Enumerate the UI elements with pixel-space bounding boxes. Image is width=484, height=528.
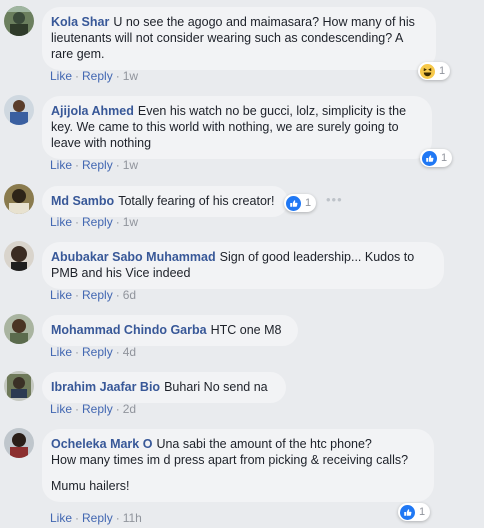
comment-actions: Like · Reply · 1w bbox=[50, 215, 139, 229]
avatar[interactable] bbox=[4, 95, 34, 125]
comment-text: How many times im d press apart from pic… bbox=[51, 453, 409, 467]
comment-bubble: Ibrahim Jaafar Bio Buhari No send na bbox=[42, 372, 286, 403]
comment-text: Buhari No send na bbox=[164, 380, 268, 394]
reaction-number: 1 bbox=[441, 152, 448, 164]
comment-author[interactable]: Abubakar Sabo Muhammad bbox=[51, 250, 216, 264]
like-icon bbox=[422, 150, 437, 166]
comment-bubble: Md Sambo Totally fearing of his creator! bbox=[42, 186, 288, 217]
reaction-count[interactable]: 1 bbox=[398, 503, 431, 521]
avatar[interactable] bbox=[4, 314, 34, 344]
like-link[interactable]: Like bbox=[50, 69, 72, 83]
reply-link[interactable]: Reply bbox=[82, 402, 113, 416]
like-icon bbox=[400, 504, 415, 520]
comment-author[interactable]: Kola Shar bbox=[51, 15, 109, 29]
avatar[interactable] bbox=[4, 428, 34, 458]
reply-link[interactable]: Reply bbox=[82, 215, 113, 229]
like-link[interactable]: Like bbox=[50, 158, 72, 172]
comment-bubble: Ajijola Ahmed Even his watch no be gucci,… bbox=[42, 96, 432, 159]
comment-author[interactable]: Mohammad Chindo Garba bbox=[51, 323, 207, 337]
reaction-count[interactable]: 1 bbox=[418, 62, 451, 80]
reply-link[interactable]: Reply bbox=[82, 345, 113, 359]
like-link[interactable]: Like bbox=[50, 402, 72, 416]
avatar[interactable] bbox=[4, 241, 34, 271]
reaction-count[interactable]: 1 bbox=[420, 149, 453, 167]
reply-link[interactable]: Reply bbox=[82, 511, 113, 525]
timestamp[interactable]: 1w bbox=[123, 158, 138, 172]
comment-actions: Like · Reply · 4d bbox=[50, 345, 137, 359]
comment-text: Mumu hailers! bbox=[51, 479, 130, 493]
avatar[interactable] bbox=[4, 6, 34, 36]
like-link[interactable]: Like bbox=[50, 511, 72, 525]
comment-bubble: Ocheleka Mark O Una sabi the amount of th… bbox=[42, 429, 434, 502]
reaction-number: 1 bbox=[305, 197, 312, 209]
more-options-icon[interactable]: ••• bbox=[326, 192, 343, 207]
reaction-number: 1 bbox=[439, 65, 446, 77]
timestamp[interactable]: 6d bbox=[123, 288, 136, 302]
like-icon bbox=[286, 195, 301, 211]
comment-bubble: Kola Shar U no see the agogo and maimasar… bbox=[42, 7, 436, 70]
reaction-count[interactable]: 1 bbox=[284, 194, 317, 212]
reply-link[interactable]: Reply bbox=[82, 288, 113, 302]
comment-author[interactable]: Ocheleka Mark O bbox=[51, 437, 152, 451]
reply-link[interactable]: Reply bbox=[82, 69, 113, 83]
reply-link[interactable]: Reply bbox=[82, 158, 113, 172]
timestamp[interactable]: 4d bbox=[123, 345, 136, 359]
timestamp[interactable]: 1w bbox=[123, 215, 138, 229]
comment-actions: Like · Reply · 1w bbox=[50, 158, 139, 172]
comment-author[interactable]: Md Sambo bbox=[51, 194, 114, 208]
like-link[interactable]: Like bbox=[50, 215, 72, 229]
comment-actions: Like · Reply · 1w bbox=[50, 69, 139, 83]
timestamp[interactable]: 2d bbox=[123, 402, 136, 416]
comment-text: Totally fearing of his creator! bbox=[118, 194, 275, 208]
comment-bubble: Mohammad Chindo Garba HTC one M8 bbox=[42, 315, 298, 346]
comment-author[interactable]: Ajijola Ahmed bbox=[51, 104, 134, 118]
reaction-number: 1 bbox=[419, 506, 426, 518]
comment-actions: Like · Reply · 6d bbox=[50, 288, 137, 302]
comment-text: Una sabi the amount of the htc phone? bbox=[156, 437, 372, 451]
timestamp[interactable]: 11h bbox=[123, 511, 142, 525]
like-link[interactable]: Like bbox=[50, 288, 72, 302]
comment-text: HTC one M8 bbox=[210, 323, 282, 337]
comment-bubble: Abubakar Sabo Muhammad Sign of good leade… bbox=[42, 242, 444, 289]
timestamp[interactable]: 1w bbox=[123, 69, 138, 83]
comment-feed: Kola Shar U no see the agogo and maimasar… bbox=[0, 0, 484, 528]
comment-actions: Like · Reply · 2d bbox=[50, 402, 137, 416]
like-link[interactable]: Like bbox=[50, 345, 72, 359]
comment-actions: Like · Reply · 11h bbox=[50, 511, 142, 525]
avatar[interactable] bbox=[4, 371, 34, 401]
haha-icon bbox=[420, 63, 435, 79]
avatar[interactable] bbox=[4, 184, 34, 214]
comment-author[interactable]: Ibrahim Jaafar Bio bbox=[51, 380, 160, 394]
